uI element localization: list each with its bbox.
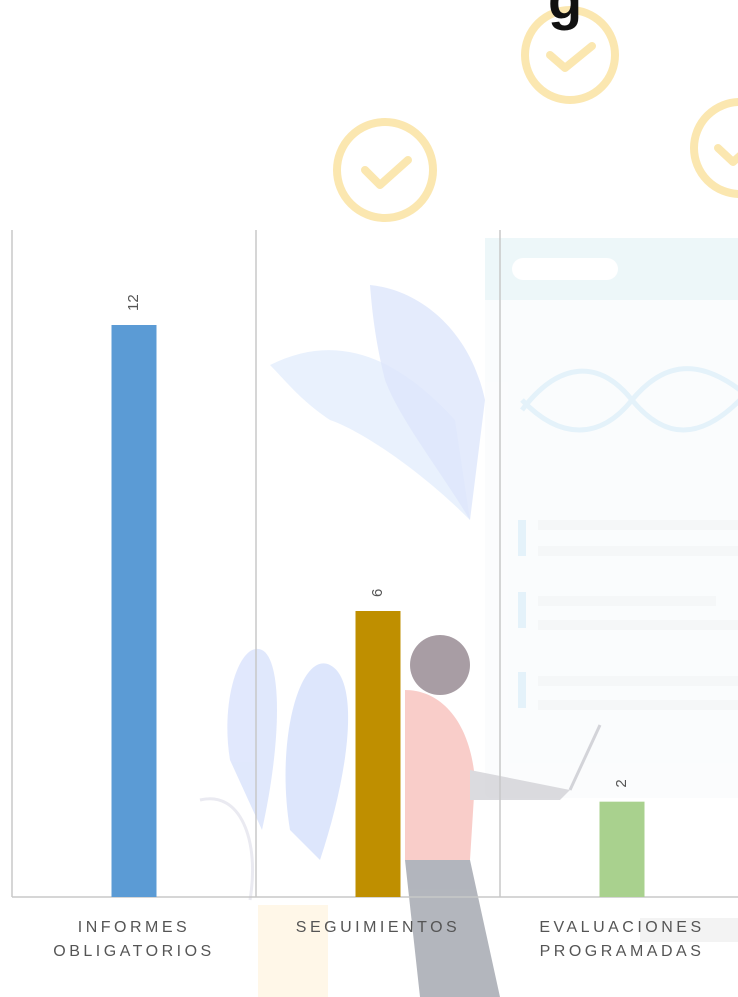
bar [599, 801, 645, 897]
category-label: INFORMES OBLIGATORIOS [19, 916, 249, 964]
category-label: EVALUACIONES PROGRAMADAS [507, 916, 737, 964]
category-label: SEGUIMIENTOS [263, 916, 493, 940]
category-label-line: PROGRAMADAS [539, 943, 705, 960]
category-label-line: OBLIGATORIOS [53, 943, 215, 960]
data-label: 12 [125, 294, 142, 311]
bar [355, 611, 401, 897]
bar-chart: 12 6 2 [11, 230, 738, 898]
category-label-line: INFORMES [77, 919, 191, 936]
bar [111, 325, 157, 897]
infographic-page: g 1262 INFORMESOBLIGATORIOSSEGUIMIENTOSE… [0, 0, 738, 997]
data-label: 2 [613, 779, 630, 787]
data-label: 6 [369, 589, 386, 597]
category-label-line: SEGUIMIENTOS [295, 919, 461, 936]
category-label-line: EVALUACIONES [539, 919, 705, 936]
